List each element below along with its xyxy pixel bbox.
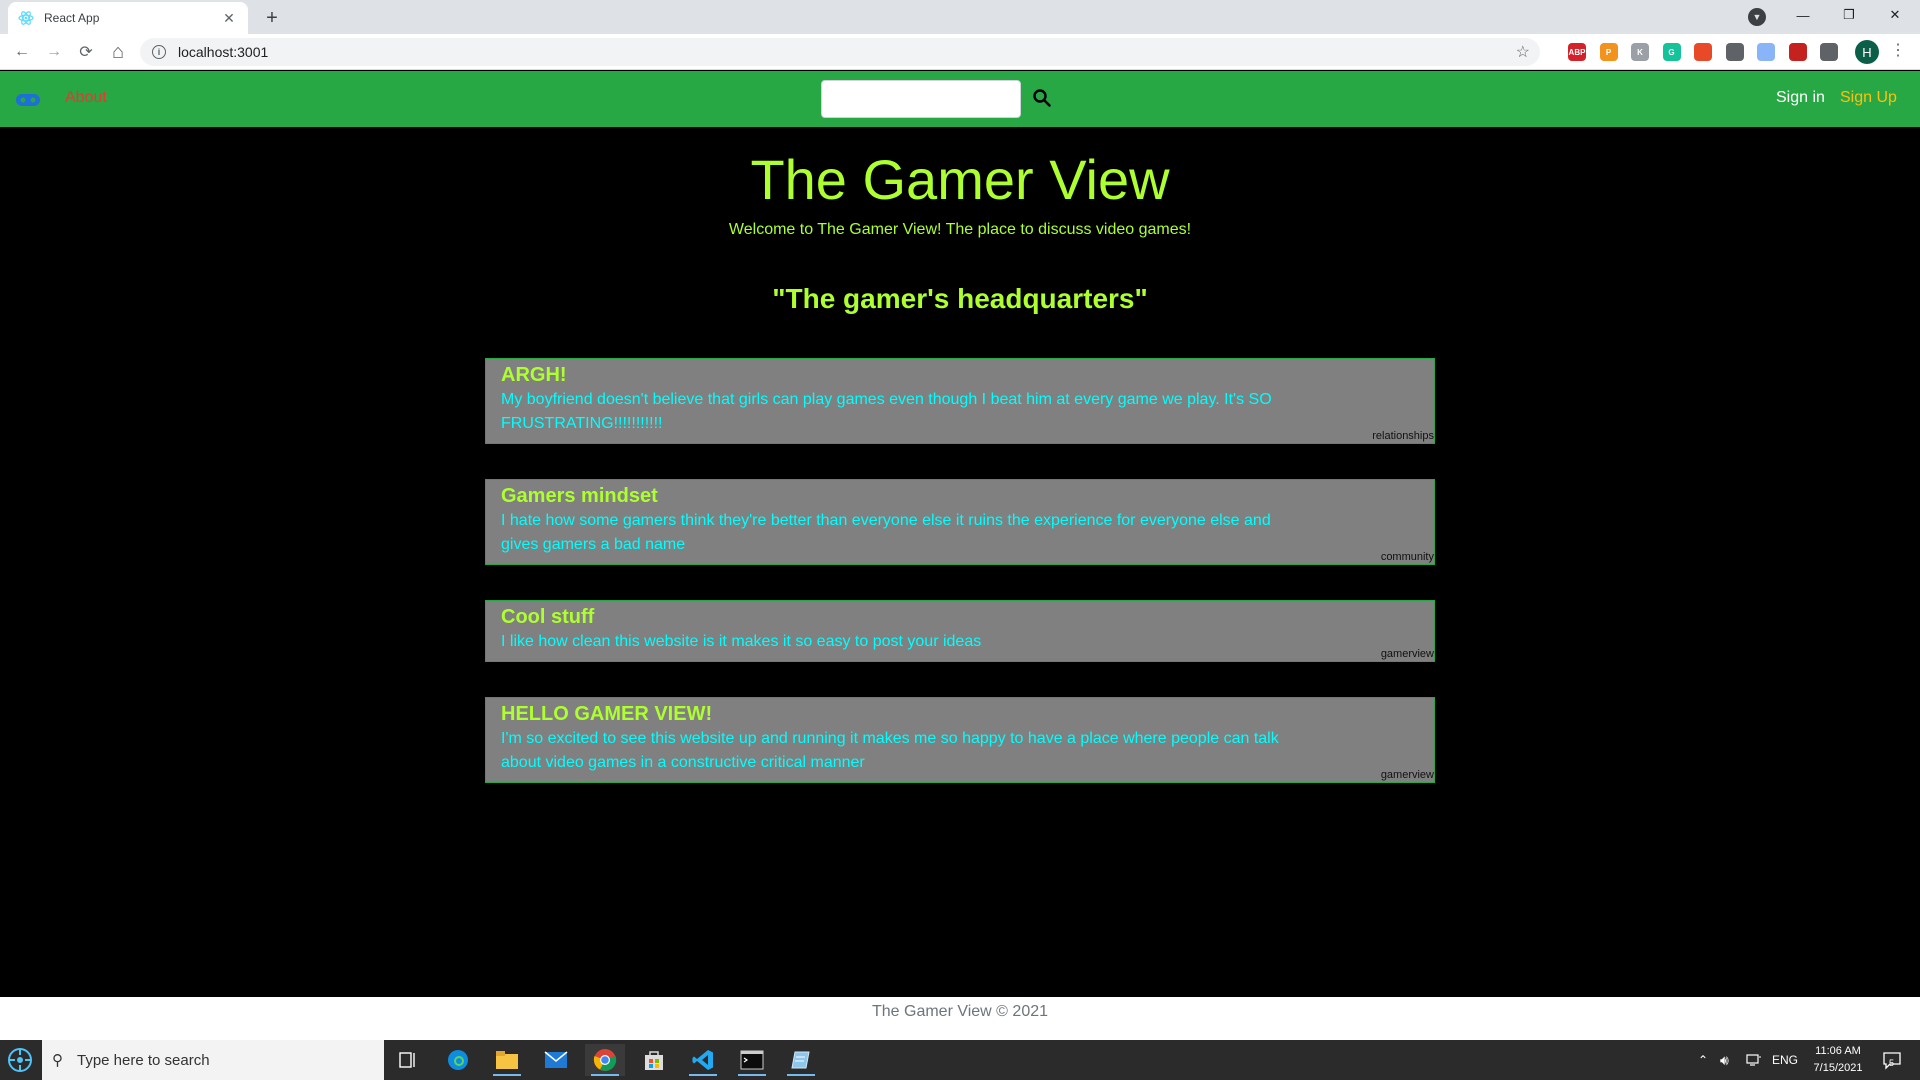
language-indicator[interactable]: ENG [1772,1040,1798,1080]
bookmark-star-icon[interactable]: ☆ [1516,42,1530,62]
react-icon [18,10,34,26]
info-icon[interactable]: i [152,45,166,59]
site-footer: The Gamer View © 2021 [0,997,1920,1040]
forward-button[interactable]: → [40,38,68,66]
post-body: I'm so excited to see this website up an… [501,730,1279,771]
edge-browser-icon[interactable] [438,1044,478,1076]
address-bar[interactable]: i localhost:3001 ☆ [140,38,1540,66]
post-card[interactable]: ARGH! My boyfriend doesn't believe that … [485,358,1435,444]
taskbar-clock[interactable]: 11:06 AM 7/15/2021 [1800,1043,1876,1077]
windows-taskbar: ⚲ Type here to search ⌃ 🔊︎ ENG 11:06 AM [0,1040,1920,1080]
store-icon[interactable] [634,1044,674,1076]
show-hidden-icons[interactable]: ⌃ [1698,1040,1708,1080]
tab-title: React App [44,11,100,25]
post-category-tag[interactable]: gamerview [1381,648,1434,660]
page-title: The Gamer View [750,148,1170,211]
post-title[interactable]: Cool stuff [501,604,1419,630]
post-category-tag[interactable]: relationships [1372,430,1434,442]
start-button[interactable] [0,1040,40,1080]
search-icon[interactable] [1033,89,1051,107]
browser-toolbar: ← → ⟳ ⌂ i localhost:3001 ☆ ABP P K G H ⋮ [0,34,1920,70]
post-body: I hate how some gamers think they're bet… [501,512,1271,553]
close-window-button[interactable]: ✕ [1872,0,1918,30]
back-button[interactable]: ← [8,38,36,66]
volume-icon[interactable]: 🔊︎ [1720,1040,1729,1080]
extension-red-icon[interactable] [1788,43,1807,61]
file-explorer-icon[interactable] [487,1044,527,1076]
post-title[interactable]: Gamers mindset [501,483,1419,509]
site-navbar: About Sign in Sign Up [0,71,1920,127]
notification-center-icon[interactable]: 5 [1880,1048,1904,1072]
tagline: "The gamer's headquarters" [772,283,1148,314]
profile-avatar[interactable]: H [1855,40,1879,64]
vscode-icon[interactable] [683,1044,723,1076]
new-tab-button[interactable]: + [258,4,286,32]
main-content: The Gamer View Welcome to The Gamer View… [0,127,1920,997]
post-card[interactable]: Cool stuff I like how clean this website… [485,600,1435,662]
more-menu-icon[interactable]: ⋮ [1890,40,1906,60]
reload-button[interactable]: ⟳ [72,38,100,66]
notification-count: 5 [1889,1058,1895,1068]
grammarly-icon[interactable]: G [1662,43,1681,61]
home-button[interactable]: ⌂ [104,38,132,66]
page-subtitle: Welcome to The Gamer View! The place to … [728,221,1192,238]
extension-feather-icon[interactable] [1757,43,1775,61]
search-icon: ⚲ [52,1052,63,1069]
post-body: I like how clean this website is it make… [501,633,982,650]
search-input[interactable] [821,80,1021,118]
honey-icon[interactable]: P [1599,43,1618,61]
taskbar-search-placeholder: Type here to search [77,1051,210,1069]
sign-in-link[interactable]: Sign in [1776,89,1825,107]
post-category-tag[interactable]: community [1381,551,1434,563]
browser-tabstrip: React App ✕ + ▼ — ❐ ✕ [0,0,1920,34]
notepad-icon[interactable] [781,1044,821,1076]
adblock-plus-icon[interactable]: ABP [1568,43,1586,61]
clock-time: 11:06 AM [1815,1045,1861,1057]
post-card[interactable]: HELLO GAMER VIEW! I'm so excited to see … [485,697,1435,783]
sign-up-link[interactable]: Sign Up [1840,89,1897,107]
task-view-icon[interactable] [388,1044,428,1076]
mail-icon[interactable] [536,1044,576,1076]
post-title[interactable]: HELLO GAMER VIEW! [501,701,1419,727]
extension-meter-icon[interactable] [1725,43,1744,61]
minimize-button[interactable]: — [1780,0,1826,30]
extension-k-icon[interactable]: K [1631,43,1649,61]
close-tab-icon[interactable]: ✕ [220,10,238,27]
post-title[interactable]: ARGH! [501,362,1419,388]
terminal-icon[interactable] [732,1044,772,1076]
gamepad-logo-icon[interactable] [16,93,40,106]
taskbar-search-box[interactable]: ⚲ Type here to search [42,1040,384,1080]
clock-date: 7/15/2021 [1813,1062,1863,1074]
restore-button[interactable]: ❐ [1826,0,1872,30]
post-body: My boyfriend doesn't believe that girls … [501,391,1272,432]
chrome-icon[interactable] [585,1044,625,1076]
post-card[interactable]: Gamers mindset I hate how some gamers th… [485,479,1435,565]
chevron-down-icon[interactable]: ▼ [1748,8,1766,26]
url-text: localhost:3001 [178,44,269,60]
network-icon[interactable] [1746,1040,1762,1080]
color-wheel-icon[interactable] [1694,43,1712,61]
puzzle-icon[interactable] [1820,43,1838,61]
post-category-tag[interactable]: gamerview [1381,769,1434,781]
browser-tab[interactable]: React App ✕ [8,2,248,34]
footer-text: The Gamer View © 2021 [871,1003,1049,1020]
about-link[interactable]: About [65,89,107,107]
